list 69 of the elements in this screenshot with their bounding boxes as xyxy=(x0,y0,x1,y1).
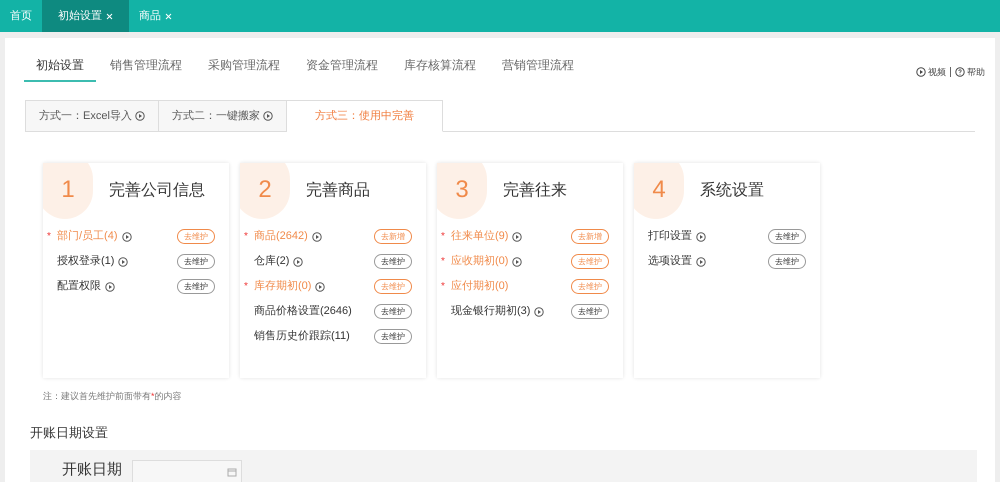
method-tab[interactable]: 方式二：一键搬家 xyxy=(158,100,287,132)
card-title: 完善公司信息 xyxy=(109,180,205,201)
required-mark: * xyxy=(244,280,249,294)
required-mark: * xyxy=(244,230,249,244)
action-button[interactable]: 去维护 xyxy=(374,304,412,319)
action-button[interactable]: 去维护 xyxy=(177,254,215,269)
action-button[interactable]: 去维护 xyxy=(768,254,806,269)
play-icon[interactable] xyxy=(512,256,522,266)
item-label: 往来单位(9) xyxy=(451,229,508,244)
close-icon[interactable] xyxy=(165,12,172,20)
item-label: 应收期初(0) xyxy=(451,254,508,270)
item-label: 现金银行期初(3) xyxy=(451,304,530,320)
action-button[interactable]: 去维护 xyxy=(177,279,215,294)
play-icon[interactable] xyxy=(118,256,128,266)
play-icon[interactable] xyxy=(534,306,544,316)
item-label: 选项设置 xyxy=(648,254,692,270)
action-button[interactable]: 去维护 xyxy=(374,329,412,344)
required-mark: * xyxy=(441,280,446,294)
item-label: 库存期初(0) xyxy=(254,278,312,294)
item-label: 仓库(2) xyxy=(254,254,290,270)
card-title: 完善商品 xyxy=(306,180,370,201)
item-label: 商品价格设置(2646) xyxy=(254,304,352,320)
hint-text: 注：建议首先维护前面带有*的内容 xyxy=(43,390,183,403)
item-label: 部门/员工(4) xyxy=(57,228,118,244)
flow-tab[interactable]: 营销管理流程 xyxy=(490,50,586,82)
play-icon[interactable] xyxy=(134,111,145,121)
flow-tab[interactable]: 销售管理流程 xyxy=(98,50,194,82)
item-label: 销售历史价跟踪(11) xyxy=(254,328,350,344)
play-icon[interactable] xyxy=(312,232,322,242)
help-link[interactable]: 帮助 xyxy=(955,66,985,79)
step-number: 1 xyxy=(43,163,93,219)
question-icon xyxy=(955,67,965,78)
date-field[interactable] xyxy=(132,460,242,482)
play-icon[interactable] xyxy=(512,232,522,242)
flow-tab[interactable]: 采购管理流程 xyxy=(196,50,292,82)
close-icon[interactable] xyxy=(106,12,113,20)
play-icon[interactable] xyxy=(916,67,926,78)
step-number: 4 xyxy=(634,163,684,219)
help-link[interactable]: 视频 xyxy=(916,66,946,79)
action-button[interactable]: 去维护 xyxy=(768,229,806,244)
card-title: 完善往来 xyxy=(503,180,567,201)
required-mark: * xyxy=(441,230,446,244)
page-tab[interactable]: 初始设置 xyxy=(42,0,129,32)
play-icon[interactable] xyxy=(293,256,304,266)
item-label: 打印设置 xyxy=(648,229,692,244)
play-icon[interactable] xyxy=(105,282,115,292)
method-tab[interactable]: 方式一：Excel导入 xyxy=(25,100,159,132)
flow-tab[interactable]: 库存核算流程 xyxy=(392,50,488,82)
play-icon[interactable] xyxy=(122,232,132,242)
step-number: 3 xyxy=(437,163,487,219)
date-label: 开账日期 xyxy=(62,462,122,477)
flow-tab[interactable]: 资金管理流程 xyxy=(294,50,390,82)
required-mark: * xyxy=(441,255,446,269)
item-label: 授权登录(1) xyxy=(57,254,114,270)
play-icon[interactable] xyxy=(262,111,273,121)
card-title: 系统设置 xyxy=(700,180,764,201)
required-mark: * xyxy=(47,230,52,244)
item-label: 应付期初(0) xyxy=(451,278,508,294)
calendar-icon xyxy=(227,467,237,477)
item-label: 配置权限 xyxy=(57,279,101,294)
action-button[interactable]: 去维护 xyxy=(571,304,609,319)
item-label: 商品(2642) xyxy=(254,228,308,244)
play-icon[interactable] xyxy=(315,282,326,292)
play-icon[interactable] xyxy=(696,232,706,242)
section-title: 开账日期设置 xyxy=(30,424,109,442)
play-icon[interactable] xyxy=(696,256,706,266)
action-button[interactable]: 去维护 xyxy=(374,254,412,269)
step-number: 2 xyxy=(240,163,290,219)
flow-tab[interactable]: 初始设置 xyxy=(24,50,96,82)
